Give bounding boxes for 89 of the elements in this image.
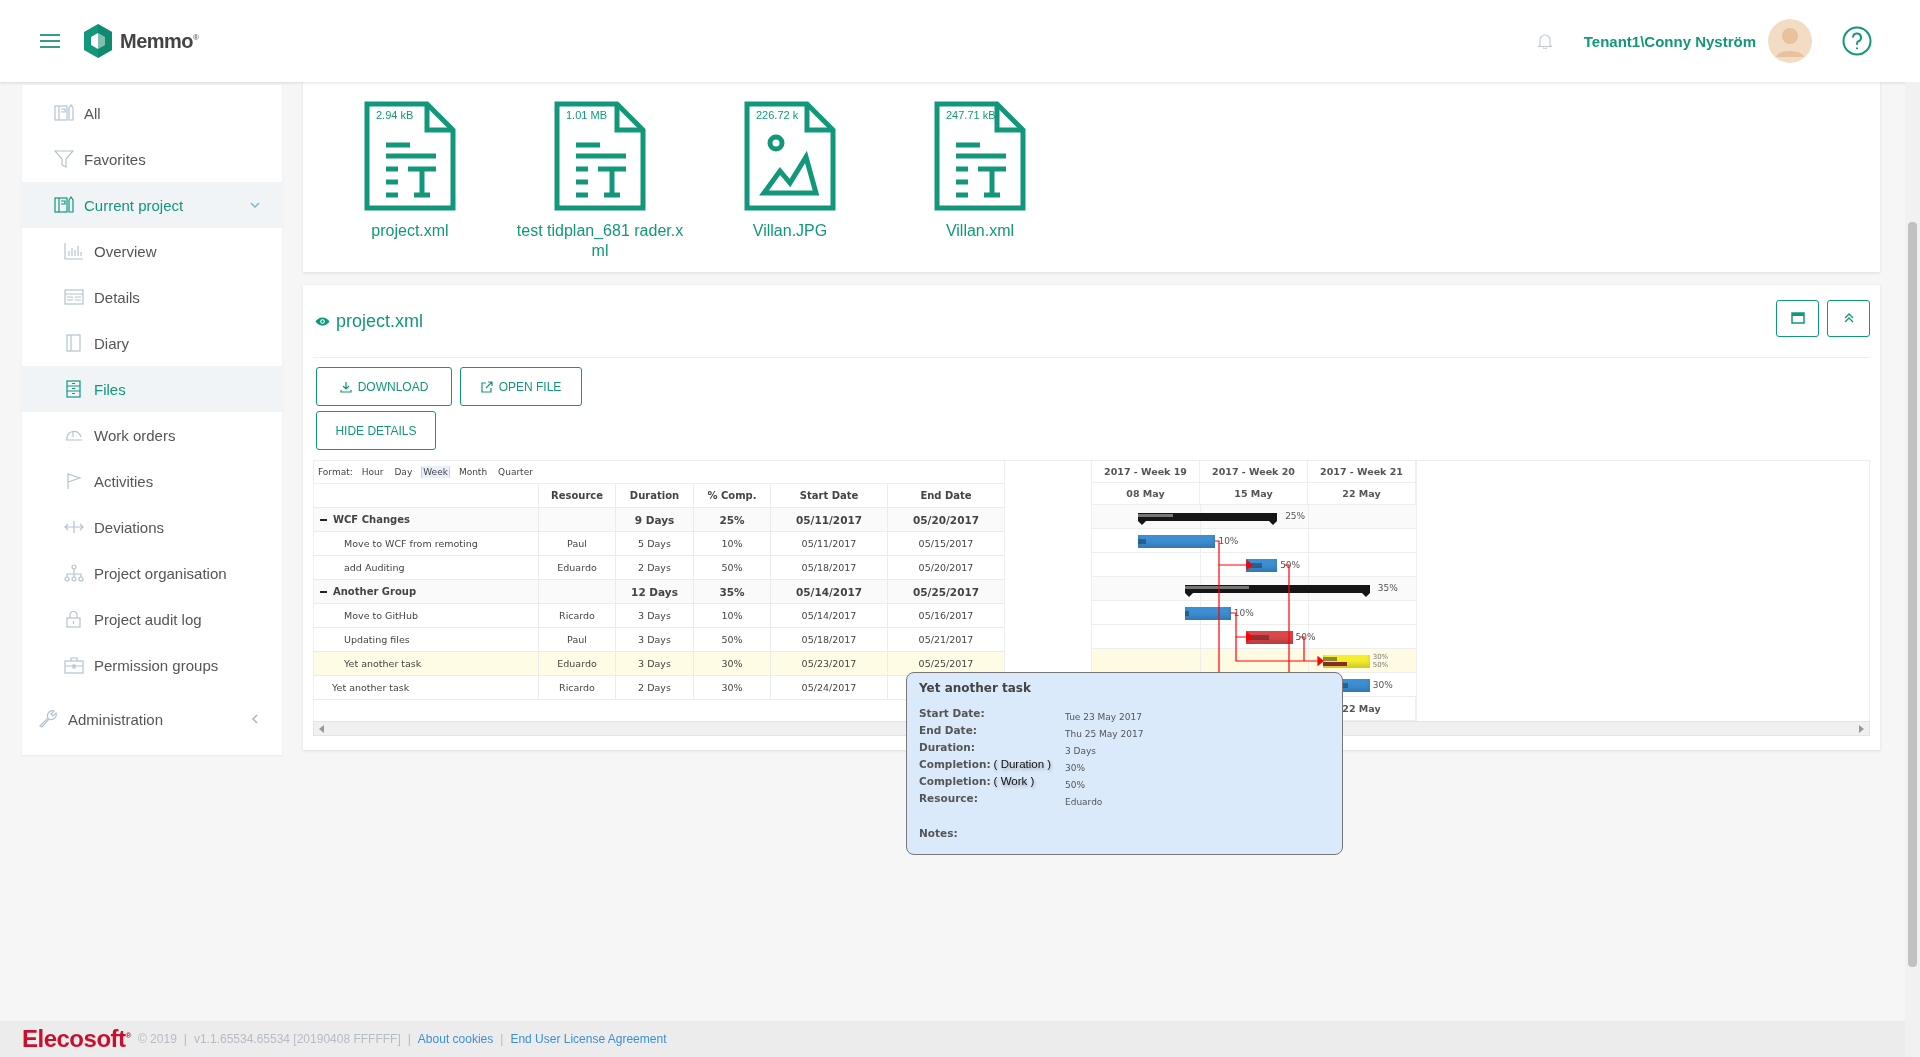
separator: | (500, 1032, 504, 1046)
table-cell: 12 Days (631, 585, 678, 598)
column-header: End Date (919, 489, 973, 503)
file-size: 247.71 kB (946, 109, 996, 121)
table-cell: 35% (719, 585, 745, 598)
field-value: Eduardo (1065, 796, 1104, 809)
task-name: add Auditing (344, 562, 405, 573)
table-cell: 05/14/2017 (801, 610, 857, 621)
table-cell: 30% (721, 682, 743, 693)
task-name: WCF Changes (333, 514, 410, 525)
table-cell: 3 Days (638, 610, 671, 621)
column-header: Duration (616, 484, 694, 507)
day-header: 15 May (1200, 483, 1308, 504)
table-cell: 2 Days (638, 562, 671, 573)
table-cell: 05/25/2017 (912, 585, 980, 598)
bar-label: 10% (1233, 608, 1254, 618)
field-value: Tue 23 May 2017 (1065, 711, 1143, 724)
table-cell: 05/23/2017 (801, 658, 857, 669)
field-label: Completion: (919, 775, 991, 787)
table-cell: 9 Days (634, 513, 675, 526)
table-cell: 05/21/2017 (918, 634, 974, 645)
week-header: 2017 - Week 21 (1308, 461, 1416, 482)
table-cell: 05/18/2017 (801, 634, 857, 645)
file-size: 226.72 k (756, 109, 799, 121)
field-value: 3 Days (1065, 745, 1098, 758)
table-cell: Ricardo (559, 682, 595, 693)
table-cell: Paul (567, 538, 587, 549)
table-cell: 3 Days (638, 634, 671, 645)
table-cell: Ricardo (559, 610, 595, 621)
table-cell: 3 Days (638, 658, 671, 669)
field-qualifier: ( Duration ) (993, 758, 1052, 770)
table-cell: 05/11/2017 (795, 513, 863, 526)
task-name: Move to WCF from remoting (344, 538, 478, 549)
bar-label: 10% (1218, 536, 1239, 546)
table-cell: Eduardo (557, 658, 597, 669)
task-name: Another Group (333, 586, 417, 597)
summary-label: 25% (1285, 510, 1306, 522)
table-cell: 05/20/2017 (918, 562, 974, 573)
preview-title: project.xml (336, 310, 424, 332)
field-qualifier: ( Work ) (993, 775, 1035, 787)
brand-logo: Elecosoft$^{®}$ (22, 1025, 131, 1053)
field-label: Resource: (919, 792, 978, 804)
table-cell: 05/16/2017 (918, 610, 974, 621)
task-name: Yet another task (344, 658, 422, 669)
file-size: 2.94 kB (376, 109, 414, 121)
notes-label: Notes: (919, 827, 959, 839)
table-cell: 05/25/2017 (918, 658, 974, 669)
table-cell: 05/15/2017 (918, 538, 974, 549)
table-cell: Eduardo (557, 562, 597, 573)
summary-label: 35% (1377, 582, 1398, 594)
task-name: Move to GitHub (344, 610, 418, 621)
table-cell: 30% (721, 658, 743, 669)
field-value: 30% (1065, 762, 1086, 775)
week-header: 2017 - Week 20 (1200, 461, 1308, 482)
file-size: 1.01 MB (566, 109, 607, 121)
field-label: Completion: (919, 758, 991, 770)
table-cell: Paul (567, 634, 587, 645)
bar-label: 50% (1280, 560, 1301, 570)
table-cell: 50% (721, 634, 743, 645)
day-header: 22 May (1308, 483, 1416, 504)
logo-text: Memmo$^{®}$ (120, 29, 199, 53)
table-cell: 05/11/2017 (801, 538, 857, 549)
field-label: Start Date: (919, 707, 985, 719)
format-label: Format: (318, 467, 353, 477)
table-cell: 5 Days (638, 538, 671, 549)
column-header: Start Date (771, 484, 888, 507)
separator: | (407, 1032, 411, 1046)
bar-label: 30% (1372, 680, 1393, 690)
week-header: 2017 - Week 19 (1092, 461, 1200, 482)
table-cell: 10% (721, 610, 743, 621)
bar-label: 50% (1295, 632, 1316, 642)
column-header: % Comp. (694, 484, 771, 507)
table-cell: 50% (721, 562, 743, 573)
day-header: 08 May (1092, 483, 1200, 504)
table-cell: 05/18/2017 (801, 562, 857, 573)
field-label: Duration: (919, 741, 975, 753)
table-cell: 05/24/2017 (801, 682, 857, 693)
table-cell: 05/14/2017 (795, 585, 863, 598)
table-cell: 25% (719, 513, 745, 526)
field-value: Thu 25 May 2017 (1065, 728, 1145, 741)
table-cell: 10% (721, 538, 743, 549)
separator: | (183, 1032, 187, 1046)
task-name: Yet another task (332, 682, 410, 693)
column-header: Resource (539, 484, 616, 507)
table-cell: 2 Days (638, 682, 671, 693)
table-cell: 05/20/2017 (912, 513, 980, 526)
field-value: 50% (1065, 779, 1086, 792)
task-name: Updating files (344, 634, 410, 645)
field-label: End Date: (919, 724, 977, 736)
